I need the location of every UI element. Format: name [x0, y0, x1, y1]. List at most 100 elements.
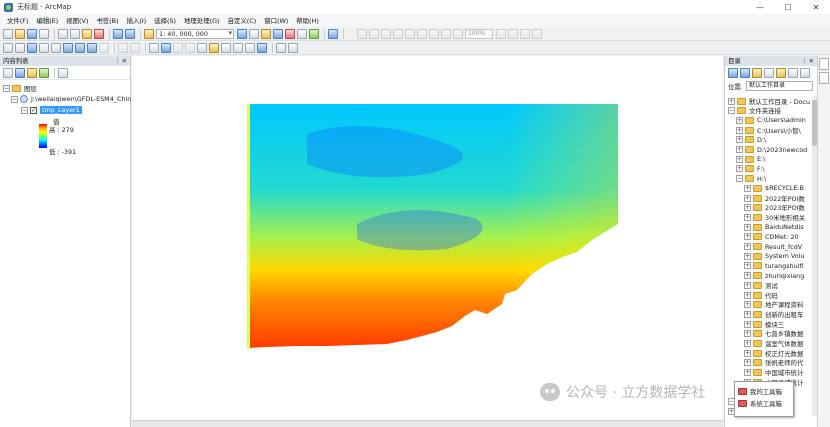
- close-button[interactable]: ✕: [802, 0, 830, 14]
- catalog-tree-item[interactable]: + 模块三: [744, 319, 784, 329]
- catalog-tree-item[interactable]: + 温室气体数据: [744, 339, 803, 349]
- menu-insert[interactable]: 插入(I): [123, 16, 151, 25]
- temperature-raster-layer[interactable]: [247, 104, 618, 349]
- catalog-tree-item[interactable]: + 测试: [744, 280, 778, 290]
- expand-icon[interactable]: +: [744, 369, 751, 377]
- expand-icon[interactable]: +: [744, 204, 751, 212]
- maximize-button[interactable]: ☐: [774, 0, 802, 14]
- focus-frame-icon[interactable]: [508, 28, 518, 39]
- menu-edit[interactable]: 编辑(E): [32, 16, 62, 25]
- location-combo[interactable]: 默认工作目录: [745, 81, 813, 91]
- cut-icon[interactable]: [58, 28, 68, 39]
- clear-selection-icon[interactable]: [118, 42, 128, 53]
- catalog-tree-item[interactable]: +2023年POI数: [744, 203, 805, 213]
- open-folder-icon[interactable]: [15, 28, 25, 39]
- catalog-window-icon[interactable]: [261, 28, 271, 39]
- zoom-whole-page-icon[interactable]: [393, 28, 403, 39]
- dock-tab-catalog[interactable]: [819, 58, 829, 70]
- expand-icon[interactable]: +: [736, 136, 743, 144]
- menu-help[interactable]: 帮助(H): [292, 16, 323, 25]
- toc-workspace-row[interactable]: − J:\weilaiqiwen\GFDL-ESM4_Chin: [11, 94, 131, 104]
- catalog-tree-item[interactable]: + D:\2023newcod: [736, 145, 807, 155]
- catalog-tree-item[interactable]: +30米地形相关: [744, 212, 805, 222]
- find-icon[interactable]: [209, 42, 219, 53]
- expand-icon[interactable]: +: [744, 184, 751, 192]
- toggle-draft-icon[interactable]: [496, 28, 506, 39]
- catalog-tree-item[interactable]: + CDMet: 20: [744, 232, 799, 242]
- expand-icon[interactable]: +: [744, 281, 751, 289]
- expand-icon[interactable]: +: [744, 213, 751, 221]
- expand-icon[interactable]: +: [744, 330, 751, 338]
- catalog-tree-item[interactable]: + D:\: [736, 135, 766, 145]
- catalog-options-icon[interactable]: [800, 68, 810, 78]
- catalog-tree-item[interactable]: +2022年POI数: [744, 193, 805, 203]
- search-window-icon[interactable]: [273, 28, 283, 39]
- catalog-tree-item[interactable]: + C:\Users\小智\: [736, 125, 801, 135]
- menu-view[interactable]: 视图(V): [62, 16, 92, 25]
- python-window-icon[interactable]: [297, 28, 307, 39]
- go-back-icon[interactable]: [75, 42, 85, 53]
- connect-icon[interactable]: [328, 28, 338, 39]
- back-arrow-icon[interactable]: [728, 68, 738, 78]
- redo-icon[interactable]: [125, 28, 135, 39]
- menu-customize[interactable]: 自定义(C): [224, 16, 261, 25]
- save-icon[interactable]: [27, 28, 37, 39]
- arctoolbox-icon[interactable]: [285, 28, 295, 39]
- arrow-select-icon[interactable]: [149, 42, 159, 53]
- expand-icon[interactable]: +: [736, 146, 743, 153]
- menu-windows[interactable]: 窗口(W): [260, 16, 292, 25]
- up-level-icon[interactable]: [752, 68, 762, 78]
- table-of-contents-icon[interactable]: [249, 28, 259, 39]
- print-icon[interactable]: [39, 28, 49, 39]
- menu-bookmarks[interactable]: 书签(B): [92, 16, 122, 25]
- delete-icon[interactable]: [94, 28, 104, 39]
- list-by-selection-icon[interactable]: [39, 67, 49, 78]
- toc-pin-close[interactable]: ᛁ ✕: [116, 56, 127, 66]
- expand-icon[interactable]: +: [744, 340, 751, 347]
- catalog-tree-item[interactable]: − H:\: [736, 174, 766, 184]
- add-data-icon[interactable]: [144, 28, 154, 39]
- copy-icon[interactable]: [70, 28, 80, 39]
- create-viewer-icon[interactable]: [257, 42, 267, 53]
- expand-icon[interactable]: +: [736, 126, 743, 134]
- catalog-tree-item[interactable]: − 文件夹连接: [728, 106, 781, 116]
- toc-layer-row[interactable]: − ✓ tmp_Layer1: [21, 105, 82, 115]
- full-extent-icon[interactable]: [39, 42, 49, 53]
- model-builder-icon[interactable]: [309, 28, 319, 39]
- catalog-tree-item[interactable]: + 中国城市统计: [744, 368, 803, 378]
- zoom-100-icon[interactable]: [405, 28, 415, 39]
- expand-icon[interactable]: +: [744, 194, 751, 202]
- collapse-icon[interactable]: −: [736, 175, 743, 183]
- expand-icon[interactable]: +: [736, 116, 743, 124]
- expand-icon[interactable]: +: [744, 262, 751, 270]
- catalog-tree-item[interactable]: + turangshuifi: [744, 261, 803, 271]
- catalog-pin-close[interactable]: ᛁ ✕: [803, 56, 814, 66]
- undo-icon[interactable]: [113, 28, 123, 39]
- collapse-icon[interactable]: −: [21, 106, 28, 114]
- catalog-tree-item[interactable]: + E:\: [736, 154, 765, 164]
- map-scale-combo[interactable]: 1: 40, 000, 000: [156, 28, 234, 39]
- expand-icon[interactable]: +: [744, 272, 751, 280]
- find-route-icon[interactable]: [221, 42, 231, 53]
- catalog-tree-item[interactable]: + System Volu: [744, 251, 804, 261]
- toc-layer-label[interactable]: tmp_Layer1: [40, 106, 82, 114]
- select-elements-icon[interactable]: [130, 42, 140, 53]
- list-by-visibility-icon[interactable]: [27, 67, 37, 78]
- zoom-selected-icon[interactable]: [63, 42, 73, 53]
- expand-icon[interactable]: +: [744, 320, 751, 328]
- toc-root-row[interactable]: − 图层: [3, 83, 37, 93]
- expand-icon[interactable]: +: [744, 233, 751, 241]
- home-icon[interactable]: [764, 68, 774, 78]
- catalog-tree-item[interactable]: + zhuriqixiang: [744, 271, 804, 281]
- data-driven-pages-icon[interactable]: [532, 28, 542, 39]
- toc-options-icon[interactable]: [58, 67, 68, 78]
- layer-visibility-checkbox[interactable]: ✓: [30, 106, 37, 114]
- catalog-tree-item[interactable]: + 默认工作目录 - Docu: [728, 96, 810, 106]
- list-by-source-icon[interactable]: [15, 67, 25, 78]
- menu-selection[interactable]: 选择(S): [150, 16, 180, 25]
- collapse-icon[interactable]: −: [728, 107, 735, 115]
- select-features-icon[interactable]: [99, 42, 109, 53]
- menu-file[interactable]: 文件(F): [3, 16, 32, 25]
- expand-icon[interactable]: +: [744, 243, 751, 250]
- expand-icon[interactable]: +: [744, 291, 751, 299]
